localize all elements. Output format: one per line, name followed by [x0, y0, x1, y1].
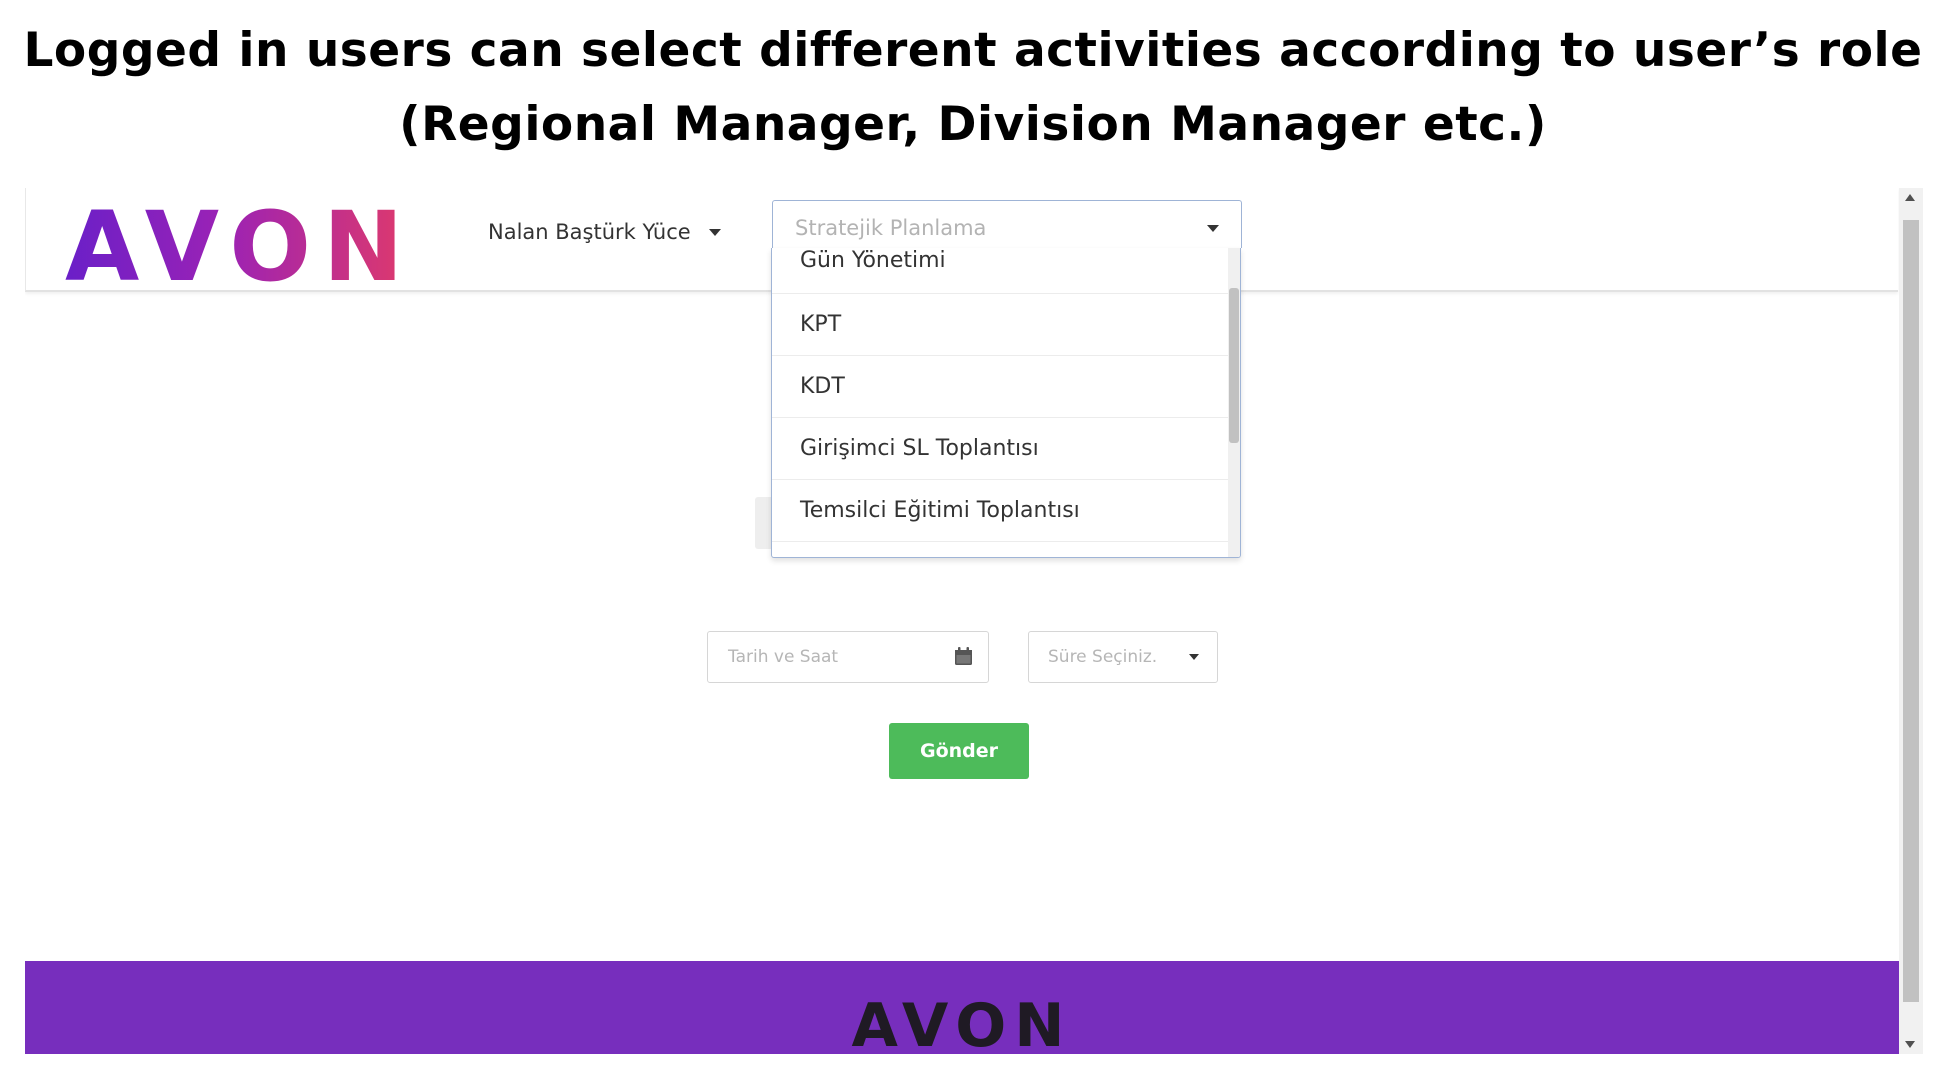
- dropdown-scrollbar-thumb[interactable]: [1229, 288, 1239, 443]
- chevron-down-icon[interactable]: [1207, 225, 1219, 232]
- activity-options: Gün Yönetimi KPT KDT Girişimci SL Toplan…: [772, 248, 1230, 542]
- user-name[interactable]: Nalan Baştürk Yüce: [488, 220, 691, 244]
- chevron-down-icon[interactable]: [1189, 654, 1199, 660]
- activity-option[interactable]: Temsilci Eğitimi Toplantısı: [772, 480, 1230, 542]
- app-viewport: AVON Nalan Baştürk Yüce Stratejik Planla…: [25, 188, 1923, 1054]
- activity-option[interactable]: Girişimci SL Toplantısı: [772, 418, 1230, 480]
- activity-option[interactable]: KDT: [772, 356, 1230, 418]
- date-time-placeholder: Tarih ve Saat: [728, 647, 839, 667]
- app-footer: AVON: [25, 961, 1899, 1054]
- activity-select-value: Stratejik Planlama: [795, 216, 987, 240]
- dropdown-scrollbar[interactable]: [1228, 248, 1240, 557]
- activity-select[interactable]: Stratejik Planlama: [772, 200, 1242, 248]
- page-scrollbar-thumb[interactable]: [1903, 220, 1919, 1002]
- date-time-input[interactable]: Tarih ve Saat: [707, 631, 989, 683]
- scroll-up-icon[interactable]: [1905, 194, 1915, 201]
- caption-line-2: (Regional Manager, Division Manager etc.…: [399, 97, 1547, 152]
- send-button[interactable]: Gönder: [889, 723, 1029, 779]
- duration-select[interactable]: Süre Seçiniz.: [1028, 631, 1218, 683]
- slide: Logged in users can select different act…: [0, 0, 1946, 1090]
- activity-option[interactable]: KPT: [772, 294, 1230, 356]
- slide-caption: Logged in users can select different act…: [0, 14, 1946, 162]
- footer-avon-logo: AVON: [851, 991, 1073, 1054]
- calendar-icon[interactable]: [955, 647, 972, 665]
- caption-line-1: Logged in users can select different act…: [23, 23, 1923, 78]
- avon-logo[interactable]: AVON: [65, 192, 415, 302]
- activity-option[interactable]: Gün Yönetimi: [772, 248, 1230, 294]
- chevron-down-icon[interactable]: [708, 228, 721, 236]
- page-scrollbar[interactable]: [1899, 188, 1923, 1054]
- activity-dropdown-list[interactable]: Gün Yönetimi KPT KDT Girişimci SL Toplan…: [771, 248, 1241, 558]
- user-menu[interactable]: Nalan Baştürk Yüce: [488, 216, 721, 248]
- duration-placeholder: Süre Seçiniz.: [1048, 647, 1158, 667]
- scroll-down-icon[interactable]: [1905, 1041, 1915, 1048]
